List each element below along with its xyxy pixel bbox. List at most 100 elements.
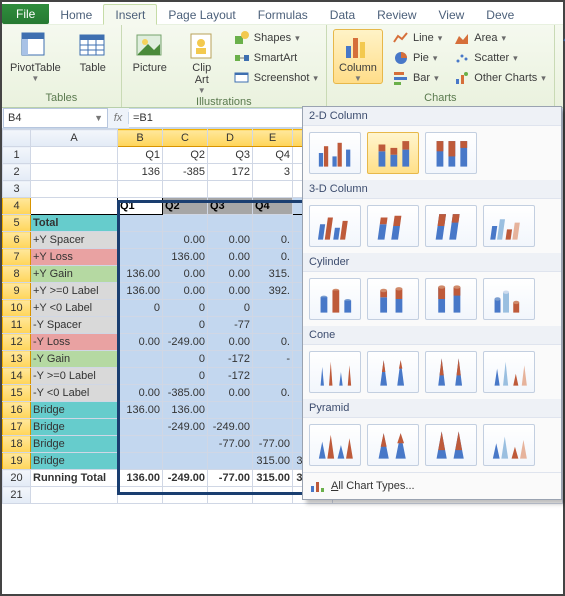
screenshot-button[interactable]: Screenshot xyxy=(232,69,320,87)
area-chart-icon xyxy=(454,30,470,46)
group-tables-label: Tables xyxy=(8,92,115,106)
bar-chart-button[interactable]: Bar xyxy=(391,69,444,87)
gallery-section-2d: 2-D Column xyxy=(303,107,561,126)
bar-chart-icon xyxy=(393,70,409,86)
clipart-icon xyxy=(186,30,218,62)
row-header-13[interactable]: 13 xyxy=(3,351,31,368)
tab-view[interactable]: View xyxy=(428,5,476,24)
row-header-11[interactable]: 11 xyxy=(3,317,31,334)
row-header-14[interactable]: 14 xyxy=(3,368,31,385)
col-header-B[interactable]: B xyxy=(118,130,163,147)
pie-chart-icon xyxy=(393,50,409,66)
shapes-icon xyxy=(234,30,250,46)
name-box[interactable]: B4▼ xyxy=(3,108,108,128)
chart-2d-100stacked[interactable] xyxy=(425,132,477,174)
fx-icon[interactable]: fx xyxy=(108,112,129,124)
column-chart-button[interactable]: Column ▼ xyxy=(333,29,383,84)
line-chart-button[interactable]: Line xyxy=(391,29,444,47)
row-header-16[interactable]: 16 xyxy=(3,402,31,419)
chart-3d-column[interactable] xyxy=(483,205,535,247)
chart-pyr-stacked[interactable] xyxy=(367,424,419,466)
row-header-6[interactable]: 6 xyxy=(3,232,31,249)
tab-review[interactable]: Review xyxy=(366,5,427,24)
ribbon: PivotTable ▼ Table Tables Picture ClipAr… xyxy=(2,25,563,108)
row-header-18[interactable]: 18 xyxy=(3,436,31,453)
row-header-17[interactable]: 17 xyxy=(3,419,31,436)
chart-cyl-3d[interactable] xyxy=(483,278,535,320)
tab-data[interactable]: Data xyxy=(319,5,366,24)
tab-formulas[interactable]: Formulas xyxy=(247,5,319,24)
row-header-9[interactable]: 9 xyxy=(3,283,31,300)
chart-2d-clustered[interactable] xyxy=(309,132,361,174)
select-all-corner[interactable] xyxy=(3,130,31,147)
gallery-section-cone: Cone xyxy=(303,326,561,345)
table-icon xyxy=(77,30,109,62)
chart-2d-stacked[interactable] xyxy=(367,132,419,174)
row-header-4[interactable]: 4 xyxy=(3,198,31,215)
chart-cyl-clustered[interactable] xyxy=(309,278,361,320)
pivottable-button[interactable]: PivotTable ▼ xyxy=(8,29,63,84)
row-header-7[interactable]: 7 xyxy=(3,249,31,266)
col-header-A[interactable]: A xyxy=(31,130,118,147)
column-chart-label: Column xyxy=(339,62,377,74)
row-header-20[interactable]: 20 xyxy=(3,470,31,487)
col-header-D[interactable]: D xyxy=(208,130,253,147)
area-chart-button[interactable]: Area xyxy=(452,29,548,47)
table-button[interactable]: Table xyxy=(71,29,115,75)
tab-home[interactable]: Home xyxy=(49,5,103,24)
smartart-icon xyxy=(234,50,250,66)
group-charts: Column ▼ Line Pie Bar Area Scatter Other… xyxy=(327,25,555,107)
tab-deve[interactable]: Deve xyxy=(475,5,525,24)
pie-chart-button[interactable]: Pie xyxy=(391,49,444,67)
row-header-12[interactable]: 12 xyxy=(3,334,31,351)
clipart-button[interactable]: ClipArt ▼ xyxy=(180,29,224,96)
chart-3d-clustered[interactable] xyxy=(309,205,361,247)
row-header-8[interactable]: 8 xyxy=(3,266,31,283)
tab-page-layout[interactable]: Page Layout xyxy=(157,5,246,24)
other-charts-button[interactable]: Other Charts xyxy=(452,69,548,87)
chart-pyr-clustered[interactable] xyxy=(309,424,361,466)
smartart-button[interactable]: SmartArt xyxy=(232,49,320,67)
screenshot-icon xyxy=(234,70,250,86)
picture-button[interactable]: Picture xyxy=(128,29,172,75)
chart-cone-100stacked[interactable] xyxy=(425,351,477,393)
group-sparklines-label: Spar xyxy=(561,92,565,106)
chart-cone-stacked[interactable] xyxy=(367,351,419,393)
row-header-2[interactable]: 2 xyxy=(3,164,31,181)
all-chart-types-button[interactable]: All Chart Types... xyxy=(303,472,561,499)
row-header-19[interactable]: 19 xyxy=(3,453,31,470)
pivottable-icon xyxy=(19,30,51,62)
gallery-section-pyramid: Pyramid xyxy=(303,399,561,418)
clipart-label: ClipArt xyxy=(192,62,211,86)
chart-cyl-stacked[interactable] xyxy=(367,278,419,320)
row-header-3[interactable]: 3 xyxy=(3,181,31,198)
row-header-5[interactable]: 5 xyxy=(3,215,31,232)
chart-3d-100stacked[interactable] xyxy=(425,205,477,247)
pivottable-label: PivotTable xyxy=(10,62,61,74)
sparkline-line-button[interactable]: Li xyxy=(561,29,565,47)
tab-insert[interactable]: Insert xyxy=(103,4,157,25)
column-chart-gallery: 2-D Column 3-D Column Cylinder Cone Pyra… xyxy=(302,106,562,500)
chart-pyr-3d[interactable] xyxy=(483,424,535,466)
chart-cyl-100stacked[interactable] xyxy=(425,278,477,320)
col-header-E[interactable]: E xyxy=(253,130,293,147)
chart-cone-clustered[interactable] xyxy=(309,351,361,393)
row-header-1[interactable]: 1 xyxy=(3,147,31,164)
tab-file[interactable]: File xyxy=(2,4,49,24)
shapes-button[interactable]: Shapes xyxy=(232,29,320,47)
all-chart-types-label: ll Chart Types... xyxy=(338,480,414,492)
sparkline-column-button[interactable]: Co xyxy=(561,49,565,67)
sparkline-winloss-button[interactable]: Wi xyxy=(561,69,565,87)
scatter-chart-button[interactable]: Scatter xyxy=(452,49,548,67)
row-header-10[interactable]: 10 xyxy=(3,300,31,317)
column-chart-icon xyxy=(342,30,374,62)
chart-3d-stacked[interactable] xyxy=(367,205,419,247)
col-header-C[interactable]: C xyxy=(163,130,208,147)
ribbon-tabs: File Home Insert Page Layout Formulas Da… xyxy=(2,2,563,25)
row-header-21[interactable]: 21 xyxy=(3,487,31,504)
chart-cone-3d[interactable] xyxy=(483,351,535,393)
chart-pyr-100stacked[interactable] xyxy=(425,424,477,466)
gallery-section-3d: 3-D Column xyxy=(303,180,561,199)
row-header-15[interactable]: 15 xyxy=(3,385,31,402)
picture-icon xyxy=(134,30,166,62)
